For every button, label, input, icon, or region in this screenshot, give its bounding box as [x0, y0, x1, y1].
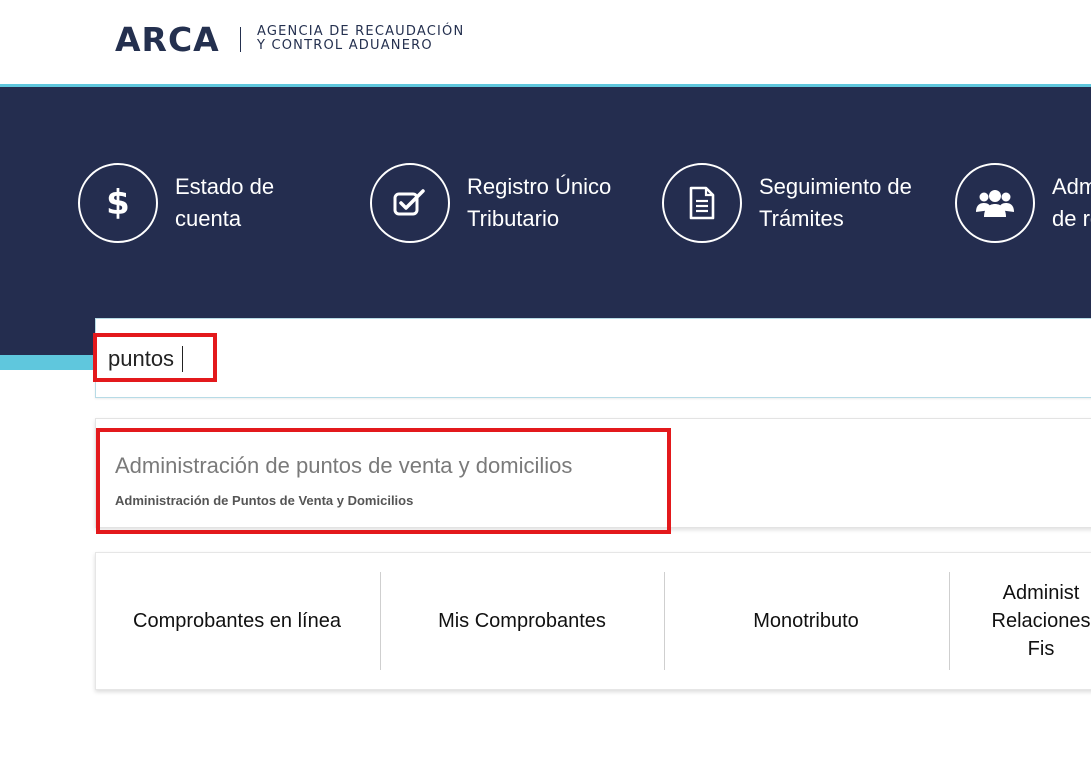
arca-logo[interactable]: ARCA [115, 20, 220, 60]
quick-link-mis-comprobantes[interactable]: Mis Comprobantes [380, 572, 664, 670]
quick-link-monotributo[interactable]: Monotributo [664, 572, 948, 670]
logo-divider [240, 27, 241, 52]
shortcut-label: Adm de re [1052, 174, 1091, 231]
shortcut-label: Estado de cuenta [175, 174, 275, 231]
shortcut-administrador-de-relaciones[interactable]: Adm de re [955, 162, 1091, 244]
accent-strip [0, 355, 100, 370]
shortcut-registro-unico-tributario[interactable]: Registro Único Tributario [370, 162, 632, 244]
dollar-icon: $ [78, 163, 158, 243]
shortcut-seguimiento-de-tramites[interactable]: Seguimiento de Trámites [662, 162, 924, 244]
quick-link-comprobantes-en-linea[interactable]: Comprobantes en línea [95, 572, 379, 670]
page: ARCA AGENCIA DE RECAUDACIÓN Y CONTROL AD… [0, 0, 1091, 763]
quick-link-partial-label: Administ Relaciones Fis [991, 582, 1091, 660]
site-header: ARCA AGENCIA DE RECAUDACIÓN Y CONTROL AD… [0, 0, 1091, 84]
agency-name-line2: Y CONTROL ADUANERO [257, 38, 433, 53]
shortcut-label: Registro Único Tributario [467, 174, 612, 231]
agency-name-line1: AGENCIA DE RECAUDACIÓN [257, 24, 465, 39]
suggestion-highlight-box [96, 428, 671, 534]
shortcut-label: Seguimiento de Trámites [759, 174, 912, 231]
quick-link-administrador-relaciones[interactable]: Administ Relaciones Fis [950, 572, 1091, 670]
agency-name: AGENCIA DE RECAUDACIÓN Y CONTROL ADUANER… [257, 25, 464, 53]
document-icon [662, 163, 742, 243]
search-highlight-box [93, 333, 217, 382]
shortcut-estado-de-cuenta[interactable]: $ Estado de cuenta [78, 162, 340, 244]
checkbox-icon [370, 163, 450, 243]
users-icon [955, 163, 1035, 243]
